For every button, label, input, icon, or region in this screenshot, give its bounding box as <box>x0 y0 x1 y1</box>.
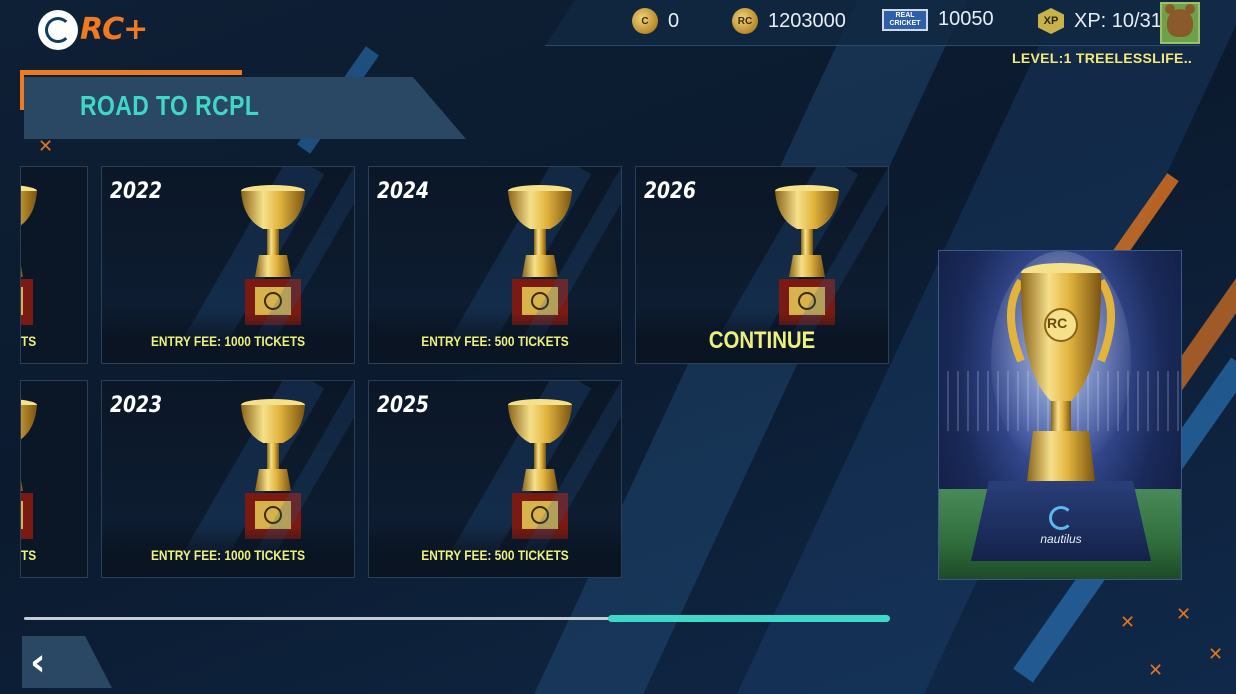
tickets[interactable]: REAL CRICKET 10050 <box>882 8 994 31</box>
decor-cross: ✕ <box>1120 612 1136 633</box>
tournament-card-partial[interactable]: TS <box>20 166 88 364</box>
trophy-icon <box>506 399 574 541</box>
xp[interactable]: XP XP: 10/310 <box>1038 8 1173 34</box>
decor-cross: ✕ <box>1176 604 1192 625</box>
title-accent <box>20 70 242 75</box>
featured-trophy-panel: RC nautilus <box>938 250 1182 580</box>
tournament-card-2025[interactable]: 2025 ENTRY FEE: 500 TICKETS <box>368 380 622 578</box>
tournament-card-2024[interactable]: 2024 ENTRY FEE: 500 TICKETS <box>368 166 622 364</box>
featured-trophy-icon <box>991 251 1131 481</box>
rc-plus-logo: RC+ <box>80 12 148 47</box>
card-year: 2024 <box>377 179 430 204</box>
entry-fee-label: ENTRY FEE: 1000 TICKETS <box>150 547 306 563</box>
continue-label: CONTINUE <box>708 327 816 354</box>
card-year: 2026 <box>644 179 697 204</box>
card-label: TS <box>21 547 37 563</box>
trophy-icon <box>506 185 574 327</box>
tournament-card-2023[interactable]: 2023 ENTRY FEE: 1000 TICKETS <box>101 380 355 578</box>
trophy-icon <box>239 399 307 541</box>
tournament-card-partial[interactable]: TS <box>20 380 88 578</box>
ticket-icon: REAL CRICKET <box>882 8 928 31</box>
back-arrow-icon: ‹ <box>30 640 46 684</box>
decor-cross: ✕ <box>38 136 54 157</box>
trophy-icon <box>20 399 39 541</box>
rc-coin-icon: RC <box>732 8 758 34</box>
c-currency-value: 0 <box>668 9 680 32</box>
card-year: 2025 <box>377 393 430 418</box>
xp-value: XP: 10/310 <box>1074 9 1173 32</box>
entry-fee-label: ENTRY FEE: 1000 TICKETS <box>150 333 306 349</box>
pedestal-brand: nautilus <box>1035 506 1087 546</box>
trophy-icon <box>239 185 307 327</box>
trophy-icon <box>20 185 39 327</box>
tournament-card-2022[interactable]: 2022 ENTRY FEE: 1000 TICKETS <box>101 166 355 364</box>
trophy-icon <box>773 185 841 327</box>
xp-icon: XP <box>1038 8 1064 34</box>
scrollbar-thumb[interactable] <box>608 615 890 622</box>
player-avatar[interactable] <box>1160 2 1200 44</box>
decor-cross: ✕ <box>1148 660 1164 681</box>
coins[interactable]: RC 1203000 <box>732 8 846 34</box>
card-year: 2023 <box>110 393 163 418</box>
tickets-value: 10050 <box>938 8 994 30</box>
title-accent <box>20 70 24 110</box>
nautilus-logo <box>38 10 78 50</box>
c-currency[interactable]: C 0 <box>632 8 679 34</box>
tournament-card-2026[interactable]: 2026 CONTINUE <box>635 166 889 364</box>
entry-fee-label: ENTRY FEE: 500 TICKETS <box>421 547 569 563</box>
entry-fee-label: ENTRY FEE: 500 TICKETS <box>421 333 569 349</box>
coins-value: 1203000 <box>768 9 846 32</box>
bear-avatar-icon <box>1165 4 1195 37</box>
c-coin-icon: C <box>632 8 658 34</box>
level-text: LEVEL:1 TREELESSLIFE.. <box>1012 50 1193 66</box>
page-title: ROAD TO RCPL <box>80 90 260 121</box>
card-year: 2022 <box>110 179 163 204</box>
nautilus-icon <box>1049 506 1073 530</box>
card-label: TS <box>21 333 37 349</box>
decor-cross: ✕ <box>1208 644 1224 665</box>
featured-trophy-badge: RC <box>1047 315 1068 331</box>
